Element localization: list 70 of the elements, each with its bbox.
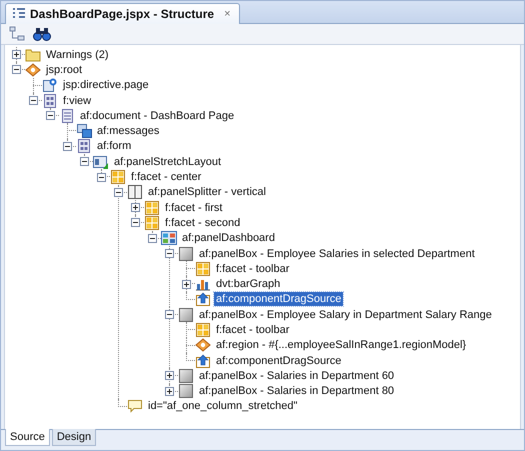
collapse-icon[interactable] <box>165 249 174 258</box>
collapse-icon[interactable] <box>165 310 174 320</box>
tree-item[interactable]: jsp:directive.page <box>61 78 151 92</box>
tree-item[interactable]: f:facet - toolbar <box>214 262 292 276</box>
tree-item[interactable]: jsp:root <box>44 62 84 77</box>
tree-item[interactable]: af:form <box>95 139 134 154</box>
expand-icon[interactable] <box>131 203 140 212</box>
messages-icon <box>76 124 92 138</box>
comment-icon <box>127 399 143 414</box>
tree-item[interactable]: af:document - DashBoard Page <box>78 108 236 123</box>
tree-item[interactable]: af:panelDashboard <box>180 231 277 246</box>
panel-icon <box>178 308 194 322</box>
collapse-icon[interactable] <box>46 111 55 120</box>
facet-icon <box>144 216 160 230</box>
tree-item[interactable]: f:facet - center <box>129 170 204 184</box>
editor-tab[interactable]: Source <box>5 429 50 446</box>
tree-item[interactable]: id="af_one_column_stretched" <box>146 399 300 414</box>
tree-item[interactable]: af:componentDragSource <box>214 354 344 368</box>
tree-item[interactable]: af:region - #{...employeeSalInRange1.regionModel} <box>214 338 468 352</box>
expand-icon[interactable] <box>182 280 191 289</box>
upload-icon <box>195 354 211 368</box>
close-icon[interactable]: × <box>224 8 230 20</box>
collapse-icon[interactable] <box>80 157 89 166</box>
expand-icon[interactable] <box>165 371 174 380</box>
facet-icon <box>110 170 126 184</box>
tree-icon[interactable] <box>9 26 25 42</box>
facet-icon <box>195 262 211 276</box>
bar-graph-icon <box>195 277 211 292</box>
binoculars-icon[interactable] <box>33 26 51 42</box>
expand-icon[interactable] <box>165 386 174 396</box>
structure-icon <box>12 7 26 21</box>
tree-item[interactable]: af:componentDragSource <box>214 292 344 306</box>
panel-icon <box>178 246 194 260</box>
collapse-icon[interactable] <box>97 172 106 182</box>
tree-item[interactable]: af:panelSplitter - vertical <box>146 185 268 200</box>
editor-tab[interactable]: Design <box>52 429 96 446</box>
upload-icon <box>195 292 211 306</box>
tree-item[interactable]: f:view <box>61 94 94 108</box>
folder-icon <box>25 48 41 62</box>
layout-icon <box>93 154 109 169</box>
collapse-icon[interactable] <box>148 234 157 243</box>
page-icon <box>42 78 58 92</box>
tree-item[interactable]: af:panelBox - Employee Salary in Department Salary Range <box>197 308 494 322</box>
tree-item[interactable]: af:messages <box>95 124 162 138</box>
tree-item[interactable]: af:panelBox - Employee Salaries in selected Department <box>197 246 477 260</box>
facet-icon <box>195 322 211 337</box>
splitter-icon <box>127 185 143 200</box>
panel-icon <box>178 368 194 383</box>
tree-item[interactable]: af:panelStretchLayout <box>112 154 224 169</box>
collapse-icon[interactable] <box>29 96 38 106</box>
tree-item[interactable]: af:panelBox - Salaries in Department 60 <box>197 368 396 383</box>
tree-item[interactable]: af:panelBox - Salaries in Department 80 <box>197 384 396 398</box>
panel-icon <box>178 384 194 398</box>
tab-title: DashBoardPage.jspx - Structure <box>30 7 214 21</box>
collapse-icon[interactable] <box>114 188 123 197</box>
dashboard-icon <box>161 231 177 246</box>
collapse-icon[interactable] <box>131 218 140 228</box>
tree-item[interactable]: f:facet - first <box>163 200 224 215</box>
grid-icon <box>76 139 92 154</box>
grid-icon <box>42 94 58 108</box>
facet-icon <box>144 200 160 215</box>
tree-item[interactable]: dvt:barGraph <box>214 277 282 292</box>
collapse-icon[interactable] <box>12 65 21 74</box>
document-icon <box>59 108 75 123</box>
expand-icon[interactable] <box>12 50 21 60</box>
tree-item[interactable]: Warnings (2) <box>44 48 111 62</box>
panel-tab[interactable]: DashBoardPage.jspx - Structure × <box>5 3 240 24</box>
collapse-icon[interactable] <box>63 142 72 151</box>
tree-item[interactable]: f:facet - toolbar <box>214 322 292 337</box>
tree-item[interactable]: f:facet - second <box>163 216 242 230</box>
